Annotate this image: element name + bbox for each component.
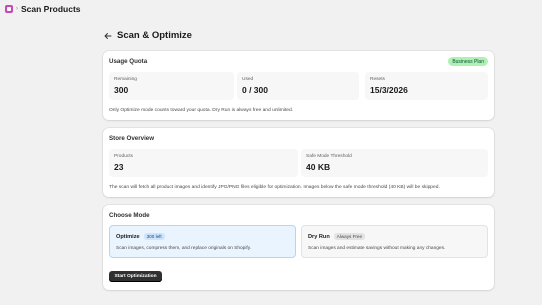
mode-name: Optimize: [116, 233, 140, 240]
usage-quota-card: Usage Quota Business Plan Remaining 300 …: [103, 51, 494, 120]
quota-note: Only Optimize mode counts toward your qu…: [109, 108, 294, 113]
choose-mode-title: Choose Mode: [109, 212, 150, 219]
top-bar: › Scan Products: [0, 0, 542, 18]
stat-label: Safe Mode Threshold: [306, 154, 352, 159]
stat-safe-mode-threshold: Safe Mode Threshold 40 KB: [301, 149, 488, 177]
stat-label: Products: [114, 154, 133, 159]
mode-name: Dry Run: [308, 233, 330, 240]
stat-value: 23: [114, 162, 124, 172]
always-free-badge: Always Free: [333, 233, 366, 240]
quota-left-badge: 300 left: [143, 233, 165, 240]
mode-dry-run-option[interactable]: Dry Run Always Free Scan images and esti…: [301, 225, 488, 258]
stat-value: 0 / 300: [242, 85, 268, 95]
stat-value: 40 KB: [306, 162, 331, 172]
usage-quota-title: Usage Quota: [109, 58, 148, 65]
stat-label: Resets: [370, 77, 385, 82]
mode-description: Scan images, compress them, and replace …: [116, 246, 252, 251]
store-note: The scan will fetch all product images a…: [109, 185, 440, 190]
stat-label: Remaining: [114, 77, 137, 82]
mode-optimize-option[interactable]: Optimize 300 left Scan images, compress …: [109, 225, 296, 258]
arrow-left-icon[interactable]: [103, 31, 113, 41]
store-overview-title: Store Overview: [109, 135, 155, 142]
stat-value: 15/3/2026: [370, 85, 408, 95]
stat-remaining: Remaining 300: [109, 72, 234, 100]
mode-header: Dry Run Always Free: [308, 233, 366, 240]
app-title[interactable]: Scan Products: [21, 4, 81, 14]
stat-label: Used: [242, 77, 254, 82]
stat-products: Products 23: [109, 149, 298, 177]
stat-used: Used 0 / 300: [237, 72, 359, 100]
stat-resets: Resets 15/3/2026: [365, 72, 488, 100]
choose-mode-card: Choose Mode Optimize 300 left Scan image…: [103, 205, 494, 290]
mode-description: Scan images and estimate savings without…: [308, 246, 446, 251]
stat-value: 300: [114, 85, 129, 95]
mode-header: Optimize 300 left: [116, 233, 165, 240]
plan-badge: Business Plan: [448, 57, 488, 66]
page-header: Scan & Optimize: [103, 30, 192, 41]
store-overview-card: Store Overview Products 23 Safe Mode Thr…: [103, 128, 494, 197]
page-title: Scan & Optimize: [117, 30, 192, 41]
breadcrumb-separator: ›: [16, 6, 18, 12]
app-icon[interactable]: [5, 5, 13, 13]
start-optimization-button[interactable]: Start Optimization: [109, 271, 162, 282]
